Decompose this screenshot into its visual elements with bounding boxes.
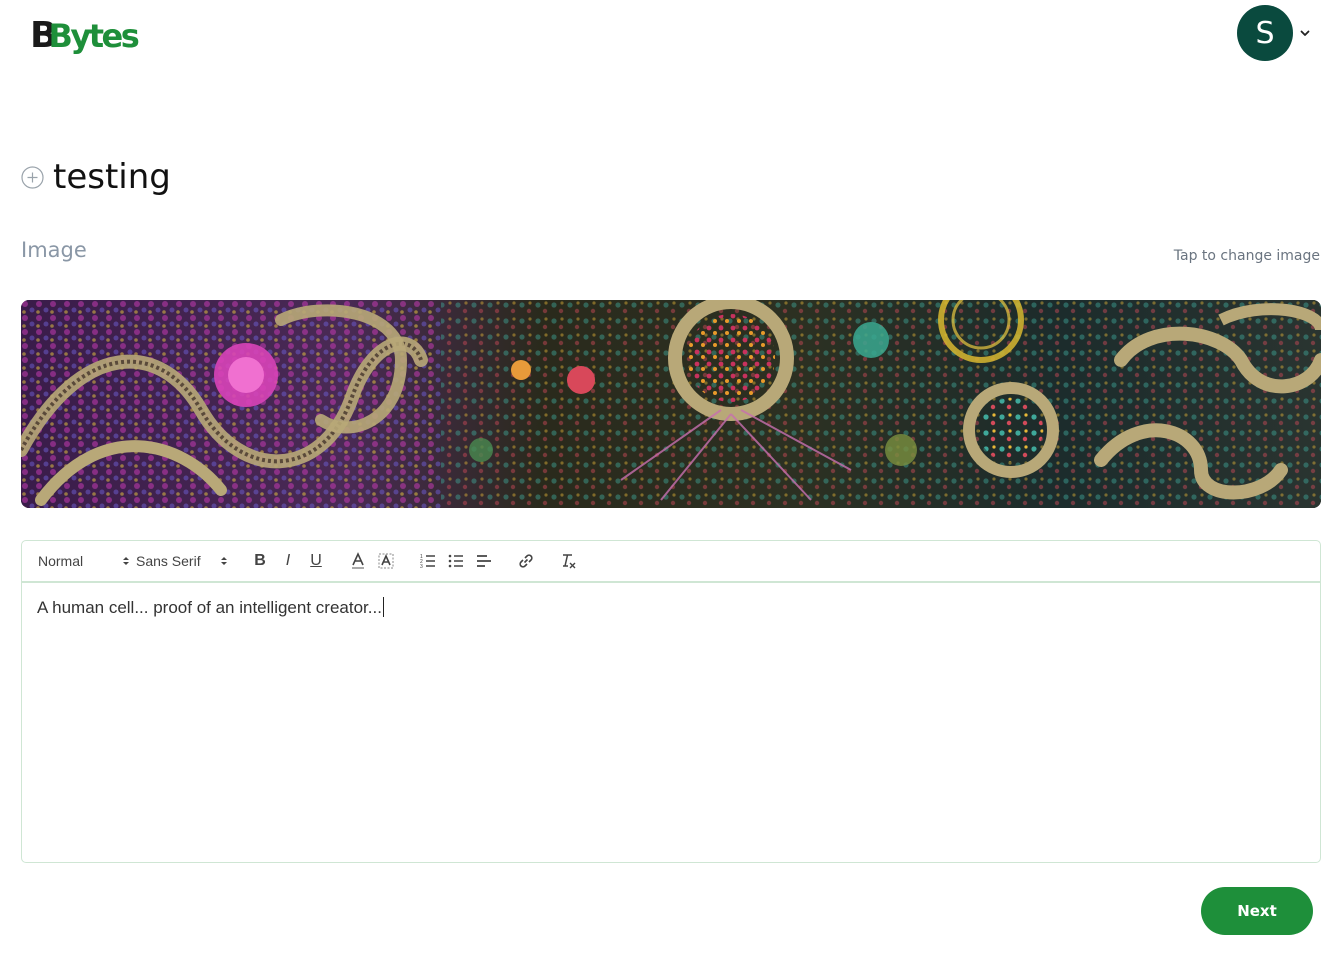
logo-wordmark: Bytes bbox=[48, 17, 139, 55]
link-icon[interactable] bbox=[512, 547, 540, 575]
image-section-label: Image bbox=[21, 238, 87, 262]
format-select[interactable]: Normal bbox=[38, 553, 136, 569]
bold-label: B bbox=[254, 552, 266, 569]
bold-icon[interactable]: B bbox=[246, 547, 274, 575]
page-title[interactable]: testing bbox=[53, 154, 171, 200]
ordered-list-icon[interactable]: 123 bbox=[414, 547, 442, 575]
bullet-list-icon[interactable] bbox=[442, 547, 470, 575]
title-row: testing bbox=[21, 154, 171, 200]
background-color-icon[interactable] bbox=[372, 547, 400, 575]
editor-text: A human cell... proof of an intelligent … bbox=[37, 598, 382, 617]
format-select-value: Normal bbox=[38, 553, 84, 569]
text-color-icon[interactable] bbox=[344, 547, 372, 575]
next-button[interactable]: Next bbox=[1201, 887, 1313, 935]
bbytes-logo[interactable]: B Bytes bbox=[30, 12, 140, 56]
avatar[interactable]: S bbox=[1237, 5, 1293, 61]
logo-b-mark: B bbox=[30, 15, 58, 56]
cover-image[interactable] bbox=[21, 300, 1321, 508]
font-select-value: Sans Serif bbox=[136, 553, 201, 569]
italic-icon[interactable]: I bbox=[274, 547, 302, 575]
cell-illustration bbox=[21, 300, 1321, 508]
chevron-down-icon[interactable] bbox=[1299, 27, 1311, 39]
font-select[interactable]: Sans Serif bbox=[136, 553, 234, 569]
user-menu[interactable]: S bbox=[1237, 5, 1311, 61]
svg-text:3: 3 bbox=[420, 564, 423, 570]
rich-text-editor[interactable]: Normal Sans Serif B I U 123 A human cell… bbox=[21, 540, 1321, 863]
editor-toolbar: Normal Sans Serif B I U 123 bbox=[22, 541, 1320, 583]
change-image-link[interactable]: Tap to change image bbox=[1174, 248, 1320, 264]
add-icon[interactable] bbox=[21, 165, 44, 189]
italic-label: I bbox=[285, 552, 291, 569]
underline-label: U bbox=[310, 552, 322, 569]
editor-content[interactable]: A human cell... proof of an intelligent … bbox=[22, 583, 1320, 632]
text-caret bbox=[382, 597, 384, 617]
align-icon[interactable] bbox=[470, 547, 498, 575]
clear-format-icon[interactable] bbox=[554, 547, 582, 575]
select-arrows-icon bbox=[122, 555, 130, 567]
select-arrows-icon bbox=[220, 555, 228, 567]
underline-icon[interactable]: U bbox=[302, 547, 330, 575]
